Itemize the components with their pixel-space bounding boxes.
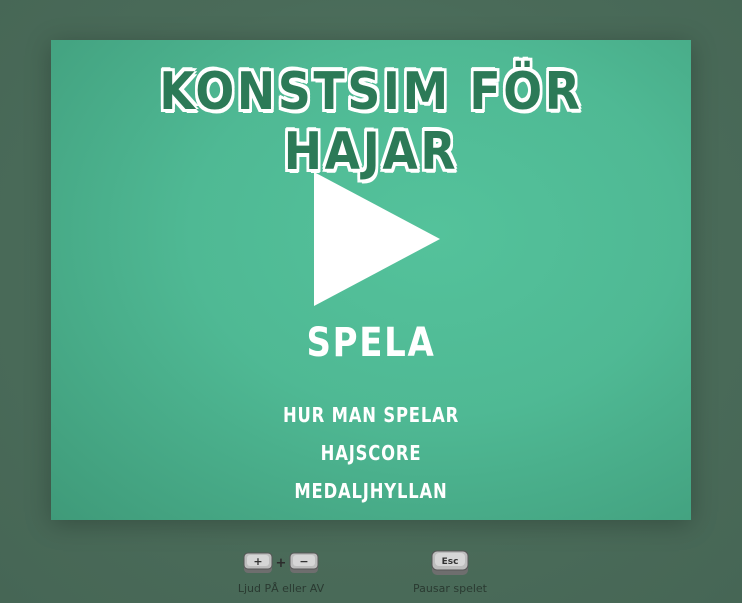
svg-text:+: +: [253, 555, 262, 568]
main-menu: HUR MAN SPELAR HAJSCORE MEDALJHYLLAN: [51, 396, 691, 510]
game-panel: KONSTSIM FÖR HAJAR SPELA HUR MAN SPELAR …: [51, 40, 691, 520]
pause-hint-label: Pausar spelet: [413, 582, 487, 595]
play-button[interactable]: [314, 172, 440, 306]
sound-toggle-hint: + + − Ljud PÅ eller AV: [228, 548, 334, 595]
svg-text:Esc: Esc: [442, 557, 459, 567]
pause-hint: Esc Pausar spelet: [406, 548, 494, 595]
key-combo-separator: +: [275, 555, 287, 571]
sound-keys: + + −: [228, 548, 334, 578]
menu-item-highscore[interactable]: HAJSCORE: [109, 434, 634, 472]
esc-key-icon: Esc: [431, 550, 469, 576]
play-triangle-icon: [314, 172, 440, 306]
page: KONSTSIM FÖR HAJAR SPELA HUR MAN SPELAR …: [0, 0, 742, 603]
play-label[interactable]: SPELA: [99, 320, 643, 366]
menu-item-medal-shelf[interactable]: MEDALJHYLLAN: [109, 472, 634, 510]
pause-keys: Esc: [406, 548, 494, 578]
minus-key-icon: −: [289, 552, 319, 574]
game-title: KONSTSIM FÖR HAJAR: [159, 62, 583, 182]
plus-key-icon: +: [243, 552, 273, 574]
svg-text:−: −: [300, 555, 309, 568]
sound-hint-label: Ljud PÅ eller AV: [237, 582, 325, 595]
menu-item-how-to-play[interactable]: HUR MAN SPELAR: [109, 396, 634, 434]
